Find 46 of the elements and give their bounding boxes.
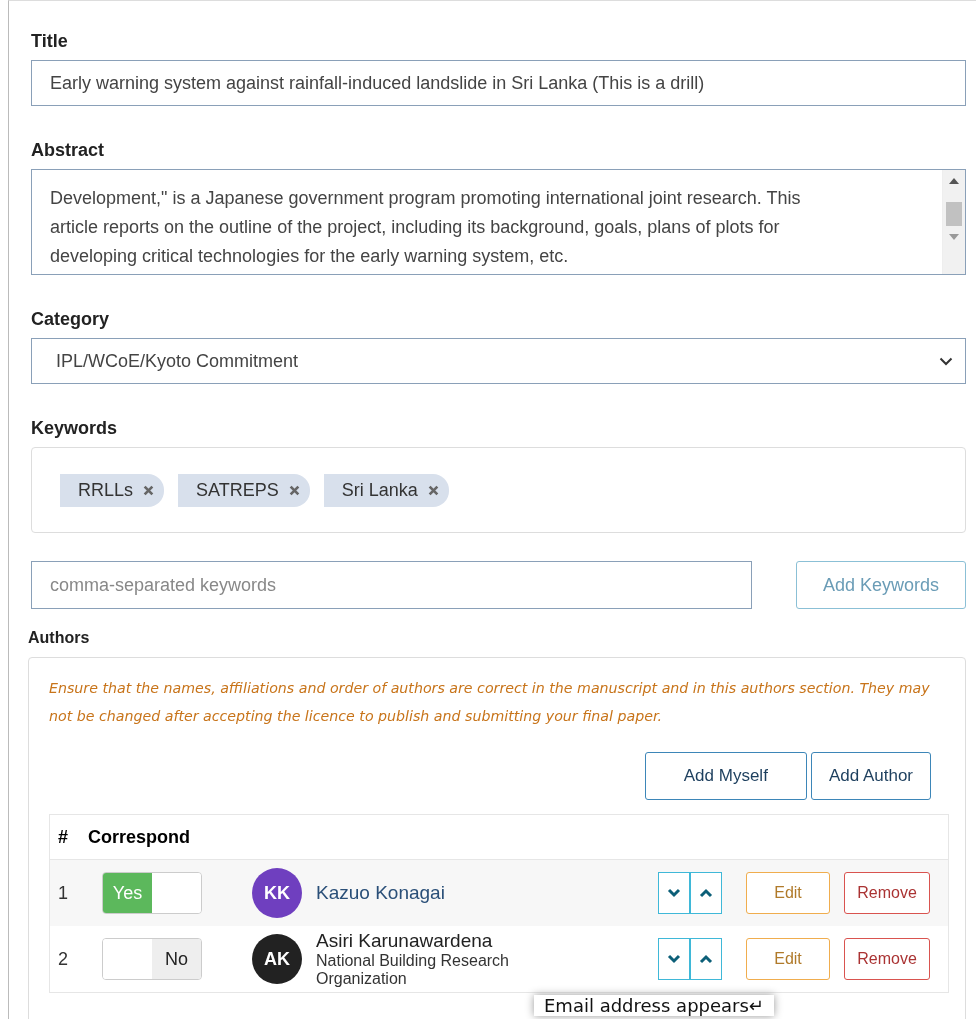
- edit-button[interactable]: Edit: [746, 872, 830, 914]
- keywords-label: Keywords: [31, 418, 119, 439]
- keyword-tag: RRLLs: [60, 473, 165, 507]
- add-author-button[interactable]: Add Author: [810, 752, 931, 800]
- move-up-button[interactable]: [690, 872, 722, 914]
- title-label: Title: [31, 31, 69, 52]
- abstract-line: developing critical technologies for the early warning system, etc.: [50, 245, 570, 268]
- author-name[interactable]: Kazuo Konagai: [316, 882, 644, 904]
- keyword-tag: SATREPS: [178, 473, 310, 507]
- column-header: #: [57, 826, 69, 848]
- remove-button[interactable]: Remove: [844, 938, 930, 980]
- row-number: 2: [57, 948, 69, 970]
- abstract-field[interactable]: [31, 169, 966, 275]
- author-affiliation: National Building Research Organization: [316, 952, 510, 988]
- authors-label: Authors: [28, 629, 91, 647]
- edit-button[interactable]: Edit: [746, 938, 830, 980]
- move-down-button[interactable]: [658, 872, 690, 914]
- category-select[interactable]: IPL/WCoE/Kyoto Commitment: [31, 338, 966, 384]
- move-down-button[interactable]: [658, 938, 690, 980]
- keyword-tag: Sri Lanka: [323, 473, 449, 507]
- move-up-button[interactable]: [690, 938, 722, 980]
- remove-button[interactable]: Remove: [844, 872, 930, 914]
- chevron-up-icon: [699, 888, 713, 898]
- abstract-label: Abstract: [31, 140, 106, 161]
- chevron-down-icon: [939, 356, 953, 366]
- correspond-toggle[interactable]: No: [102, 938, 202, 980]
- keywords-input[interactable]: comma-separated keywords: [31, 561, 752, 609]
- remove-icon[interactable]: [427, 484, 439, 496]
- category-label: Category: [31, 309, 111, 330]
- remove-icon[interactable]: [288, 484, 300, 496]
- author-name: Asiri Karunawardena: [316, 930, 494, 952]
- title-field[interactable]: Early warning system against rainfall-induced landslide in Sri Lanka (This is a drill): [31, 60, 966, 106]
- chevron-down-icon: [667, 954, 681, 964]
- remove-icon[interactable]: [143, 484, 155, 496]
- scrollbar[interactable]: [942, 170, 965, 274]
- chevron-up-icon: [699, 954, 713, 964]
- abstract-line: article reports on the outline of the project, including its background, goals, plans of plots for: [50, 216, 781, 239]
- column-header: Correspond: [87, 826, 191, 848]
- avatar: KK: [252, 868, 302, 918]
- abstract-line: Development," is a Japanese government program promoting international joint research. This: [50, 187, 802, 210]
- authors-notice: Ensure that the names, affiliations and order of authors are correct in the manuscript and in this authors section. They may not be changed after accepting the licence to publish and submitting your final paper.: [49, 679, 931, 726]
- tooltip: Email address appears↵: [534, 995, 774, 1016]
- add-myself-button[interactable]: Add Myself: [644, 752, 807, 800]
- chevron-down-icon: [667, 888, 681, 898]
- avatar: AK: [252, 934, 302, 984]
- row-number: 1: [57, 882, 69, 904]
